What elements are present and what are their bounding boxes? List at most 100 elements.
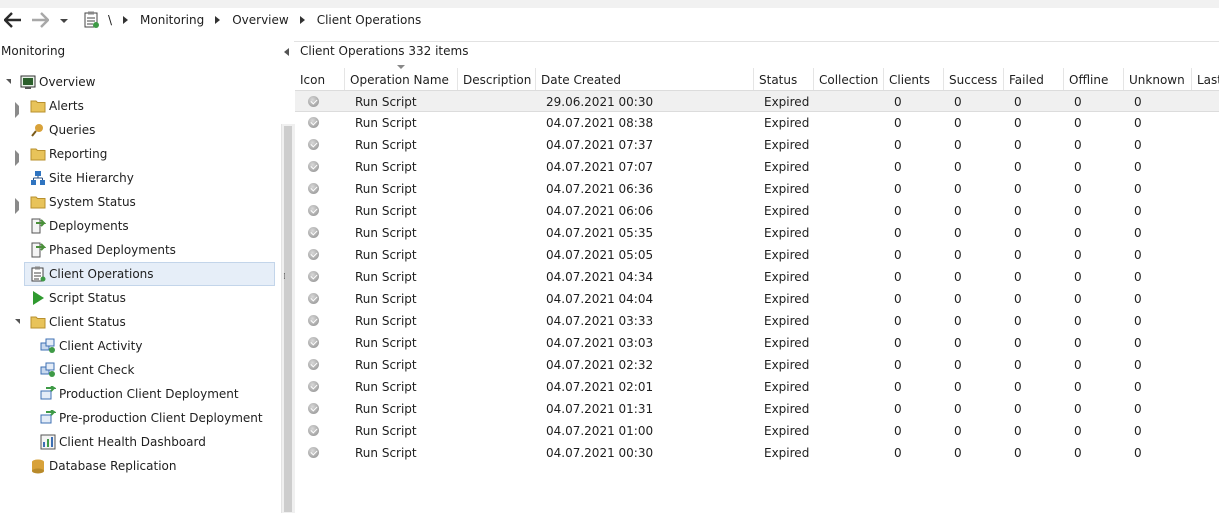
tree-item-label: Client Health Dashboard <box>59 435 206 449</box>
table-row[interactable]: Run Script 04.07.2021 03:33 Expired 0 0 0 0 0 <box>295 310 1219 332</box>
cell-unknown: 0 <box>1134 292 1142 306</box>
table-row[interactable]: Run Script 04.07.2021 00:30 Expired 0 0 0 0 0 <box>295 442 1219 464</box>
tree-item-client-operations[interactable]: Client Operations <box>24 262 275 286</box>
collapse-pane-icon[interactable] <box>284 48 289 56</box>
table-row[interactable]: Run Script 04.07.2021 02:32 Expired 0 0 0 0 0 <box>295 354 1219 376</box>
navigation-scrollbar[interactable] <box>281 124 295 513</box>
tree-item-client-check[interactable]: Client Check <box>0 359 280 381</box>
folder-icon <box>30 146 46 162</box>
column-header-failed[interactable]: Failed <box>1004 68 1064 90</box>
table-row[interactable]: Run Script 04.07.2021 01:31 Expired 0 0 0 0 0 <box>295 398 1219 420</box>
column-header-icon[interactable]: Icon <box>295 68 345 90</box>
table-row[interactable]: Run Script 29.06.2021 00:30 Expired 0 0 0 0 0 <box>295 90 1219 112</box>
cell-success: 0 <box>954 160 962 174</box>
cell-date: 04.07.2021 06:36 <box>546 182 654 196</box>
tree-item-database-replication[interactable]: Database Replication <box>0 455 280 477</box>
cell-clients: 0 <box>894 314 902 328</box>
tree-item-label: Overview <box>39 75 96 89</box>
column-header-last[interactable]: Last <box>1192 68 1219 90</box>
scrollbar-thumb[interactable] <box>284 126 292 512</box>
tree-item-reporting[interactable]: Reporting <box>0 143 280 166</box>
table-row[interactable]: Run Script 04.07.2021 06:06 Expired 0 0 0 0 0 <box>295 200 1219 222</box>
breadcrumb-item-client-operations[interactable]: Client Operations <box>317 13 422 27</box>
expanded-arrow-icon[interactable] <box>15 319 20 324</box>
table-row[interactable]: Run Script 04.07.2021 07:37 Expired 0 0 0 0 0 <box>295 134 1219 156</box>
tree-item-pre-production-client-deployment[interactable]: Pre-production Client Deployment <box>0 407 280 429</box>
tree-item-client-activity[interactable]: Client Activity <box>0 335 280 357</box>
breadcrumb-item-overview[interactable]: Overview <box>232 13 289 27</box>
cell-success: 0 <box>954 424 962 438</box>
tree-item-overview[interactable]: Overview <box>0 71 280 93</box>
tree-item-phased-deployments[interactable]: Phased Deployments <box>0 239 280 261</box>
column-header-unknown[interactable]: Unknown <box>1124 68 1192 90</box>
cell-op: Run Script <box>355 292 417 306</box>
tree-item-label: Deployments <box>49 219 129 233</box>
expired-status-icon <box>308 403 319 414</box>
cell-unknown: 0 <box>1134 424 1142 438</box>
table-row[interactable]: Run Script 04.07.2021 04:04 Expired 0 0 0 0 0 <box>295 288 1219 310</box>
tree-item-alerts[interactable]: Alerts <box>0 95 280 118</box>
table-row[interactable]: Run Script 04.07.2021 05:05 Expired 0 0 0 0 0 <box>295 244 1219 266</box>
cell-success: 0 <box>954 204 962 218</box>
cell-unknown: 0 <box>1134 204 1142 218</box>
cell-op: Run Script <box>355 95 417 109</box>
column-header-offline[interactable]: Offline <box>1064 68 1124 90</box>
tree-item-system-status[interactable]: System Status <box>0 191 280 214</box>
cell-date: 04.07.2021 02:32 <box>546 358 654 372</box>
tree-item-queries[interactable]: Queries <box>0 119 280 141</box>
tree-item-production-client-deployment[interactable]: Production Client Deployment <box>0 383 280 405</box>
table-row[interactable]: Run Script 04.07.2021 05:35 Expired 0 0 0 0 0 <box>295 222 1219 244</box>
tree-item-site-hierarchy[interactable]: Site Hierarchy <box>0 167 280 189</box>
back-button[interactable] <box>3 11 23 29</box>
expired-status-icon <box>308 447 319 458</box>
column-header-collection[interactable]: Collection <box>814 68 884 90</box>
cell-offline: 0 <box>1074 226 1082 240</box>
cell-failed: 0 <box>1014 424 1022 438</box>
table-row[interactable]: Run Script 04.07.2021 02:01 Expired 0 0 0 0 0 <box>295 376 1219 398</box>
table-row[interactable]: Run Script 04.07.2021 06:36 Expired 0 0 0 0 0 <box>295 178 1219 200</box>
chevron-down-icon <box>60 19 68 23</box>
column-header-date-created[interactable]: Date Created <box>536 68 754 90</box>
breadcrumb-root[interactable]: \ <box>108 13 112 27</box>
tree-item-client-status[interactable]: Client Status <box>0 311 280 333</box>
column-header-operation-name[interactable]: Operation Name <box>345 68 458 90</box>
column-header-description[interactable]: Description <box>458 68 536 90</box>
cell-success: 0 <box>954 314 962 328</box>
expired-status-icon <box>308 227 319 238</box>
tree-item-deployments[interactable]: Deployments <box>0 215 280 237</box>
cell-clients: 0 <box>894 380 902 394</box>
cell-unknown: 0 <box>1134 358 1142 372</box>
table-row[interactable]: Run Script 04.07.2021 04:34 Expired 0 0 0 0 0 <box>295 266 1219 288</box>
cell-offline: 0 <box>1074 270 1082 284</box>
tree-item-script-status[interactable]: Script Status <box>0 287 280 309</box>
cell-offline: 0 <box>1074 292 1082 306</box>
collapsed-arrow-icon[interactable] <box>15 102 27 118</box>
table-row[interactable]: Run Script 04.07.2021 07:07 Expired 0 0 0 0 0 <box>295 156 1219 178</box>
table-row[interactable]: Run Script 04.07.2021 03:03 Expired 0 0 0 0 0 <box>295 332 1219 354</box>
cell-offline: 0 <box>1074 424 1082 438</box>
expanded-arrow-icon[interactable] <box>6 79 11 84</box>
cell-offline: 0 <box>1074 380 1082 394</box>
cell-op: Run Script <box>355 204 417 218</box>
history-dropdown[interactable] <box>59 15 69 25</box>
forward-button[interactable] <box>30 11 50 29</box>
column-header-clients[interactable]: Clients <box>884 68 944 90</box>
table-row[interactable]: Run Script 04.07.2021 01:00 Expired 0 0 0 0 0 <box>295 420 1219 442</box>
expired-status-icon <box>308 139 319 150</box>
column-header-status[interactable]: Status <box>754 68 814 90</box>
breadcrumb-separator-icon[interactable] <box>299 16 305 24</box>
navigation-pane-header: Monitoring <box>0 41 294 63</box>
cell-unknown: 0 <box>1134 95 1142 109</box>
table-row[interactable]: Run Script 04.07.2021 08:38 Expired 0 0 0 0 0 <box>295 112 1219 134</box>
column-header-success[interactable]: Success <box>944 68 1004 90</box>
breadcrumb-item-monitoring[interactable]: Monitoring <box>140 13 204 27</box>
results-count: 332 items <box>408 44 469 58</box>
breadcrumb-separator-icon[interactable] <box>123 16 129 24</box>
expired-status-icon <box>308 315 319 326</box>
collapsed-arrow-icon[interactable] <box>15 198 27 214</box>
collapsed-arrow-icon[interactable] <box>15 150 27 166</box>
splitter-grip-icon[interactable]: ⁞ <box>283 272 286 282</box>
breadcrumb-separator-icon[interactable] <box>215 16 221 24</box>
tree-item-label: Client Activity <box>59 339 143 353</box>
tree-item-client-health-dashboard[interactable]: Client Health Dashboard <box>0 431 280 453</box>
